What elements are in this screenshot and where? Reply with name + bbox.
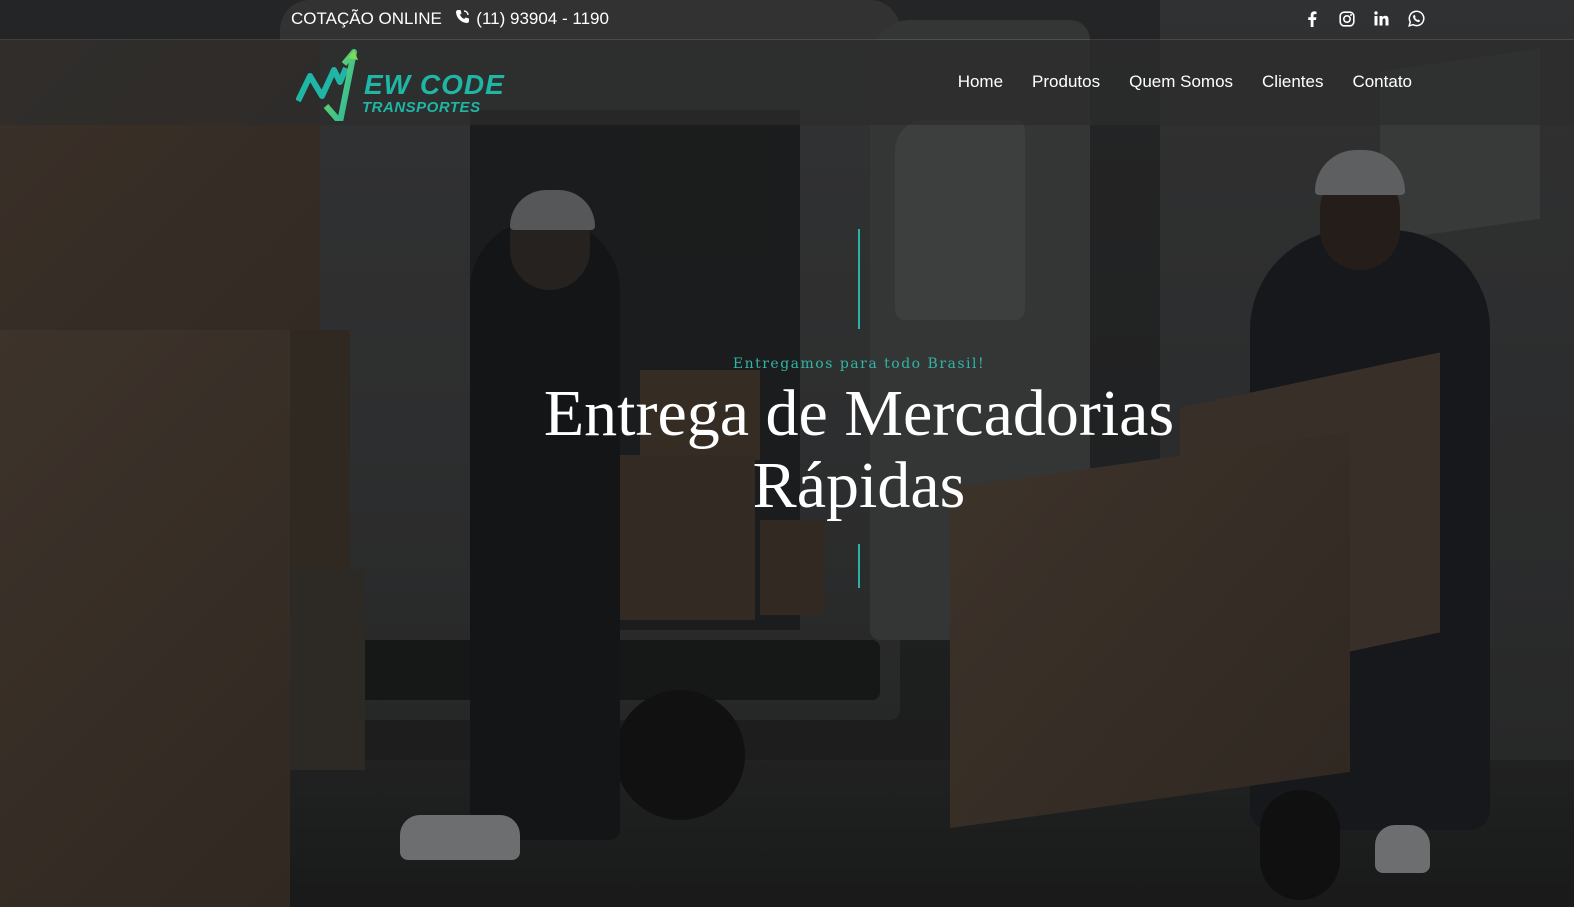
- hero-background-image: [0, 0, 1574, 907]
- whatsapp-icon[interactable]: [1407, 9, 1426, 28]
- quote-label: COTAÇÃO ONLINE: [291, 9, 442, 28]
- phone-icon: [455, 9, 469, 29]
- logo-line1: EW CODE: [364, 69, 505, 100]
- brand-logo[interactable]: EW CODE TRANSPORTES: [295, 46, 516, 125]
- facebook-icon[interactable]: [1302, 9, 1321, 28]
- topbar-contact: COTAÇÃO ONLINE (11) 93904 - 1190: [291, 9, 609, 29]
- main-menu: Home Produtos Quem Somos Clientes Contat…: [929, 72, 1412, 92]
- main-navbar: EW CODE TRANSPORTES Home Produtos Quem S…: [0, 40, 1574, 125]
- nav-quem-somos[interactable]: Quem Somos: [1129, 72, 1233, 92]
- linkedin-icon[interactable]: [1372, 9, 1391, 28]
- nav-produtos[interactable]: Produtos: [1032, 72, 1100, 92]
- phone-link[interactable]: (11) 93904 - 1190: [476, 9, 609, 28]
- logo-line2: TRANSPORTES: [362, 99, 481, 116]
- nav-contato[interactable]: Contato: [1352, 72, 1412, 92]
- top-bar: COTAÇÃO ONLINE (11) 93904 - 1190: [0, 0, 1574, 40]
- instagram-icon[interactable]: [1337, 9, 1356, 28]
- social-links: [1302, 9, 1426, 28]
- nav-home[interactable]: Home: [958, 72, 1003, 92]
- nav-clientes[interactable]: Clientes: [1262, 72, 1323, 92]
